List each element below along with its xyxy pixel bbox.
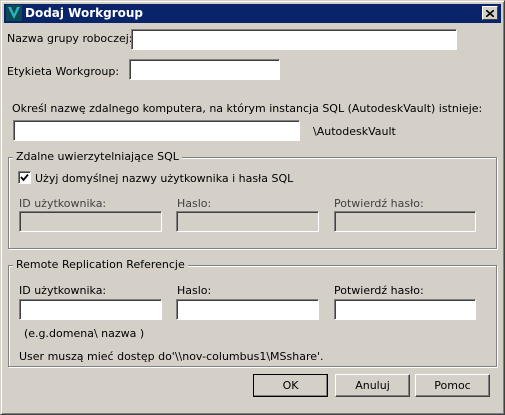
use-default-checkbox[interactable]: [18, 171, 31, 184]
access-note: User muszą mieć dostęp do'\\nov-columbus…: [19, 350, 324, 363]
close-button[interactable]: [482, 6, 498, 20]
ok-button[interactable]: OK: [253, 374, 328, 397]
group-label-label: Etykieta Workgroup:: [7, 65, 120, 78]
sql-password-input[interactable]: [176, 211, 319, 232]
title-bar[interactable]: Dodaj Workgroup: [4, 4, 501, 23]
remote-computer-instruction: Określ nazwę zdalnego komputera, na któr…: [12, 102, 483, 115]
replication-confirm-password-label: Potwierdź hasło:: [334, 284, 424, 297]
vault-app-icon: [6, 5, 22, 21]
group-name-input[interactable]: [131, 29, 457, 50]
replication-password-input[interactable]: [176, 299, 319, 320]
instance-suffix: \AutodeskVault: [313, 125, 396, 138]
help-button[interactable]: Pomoc: [415, 374, 490, 397]
window-title: Dodaj Workgroup: [25, 6, 144, 20]
group-label-input[interactable]: [129, 59, 280, 80]
group-name-label: Nazwa grupy roboczej:: [7, 32, 133, 45]
cancel-button[interactable]: Anuluj: [335, 374, 410, 397]
example-hint: (e.g.domena\ nazwa ): [24, 327, 145, 340]
replication-confirm-password-input[interactable]: [334, 299, 476, 320]
sql-user-id-label: ID użytkownika:: [19, 197, 107, 210]
use-default-label[interactable]: Użyj domyślnej nazwy użytkownika i hasła…: [35, 172, 293, 185]
replication-user-id-input[interactable]: [19, 299, 162, 320]
sql-confirm-password-label: Potwierdź hasło:: [334, 197, 424, 210]
replication-user-id-label: ID użytkownika:: [19, 284, 107, 297]
sql-password-label: Haslo:: [177, 197, 212, 210]
remote-computer-input[interactable]: [13, 120, 300, 141]
sql-credentials-title: Zdalne uwierzytelniające SQL: [13, 150, 182, 163]
close-icon: [485, 7, 495, 20]
sql-confirm-password-input[interactable]: [334, 211, 476, 232]
sql-user-id-input[interactable]: [19, 211, 162, 232]
replication-title: Remote Replication Referencje: [13, 258, 188, 271]
replication-password-label: Haslo:: [177, 284, 212, 297]
dialog-window: Dodaj Workgroup Nazwa grupy roboczej: Et…: [0, 0, 505, 415]
